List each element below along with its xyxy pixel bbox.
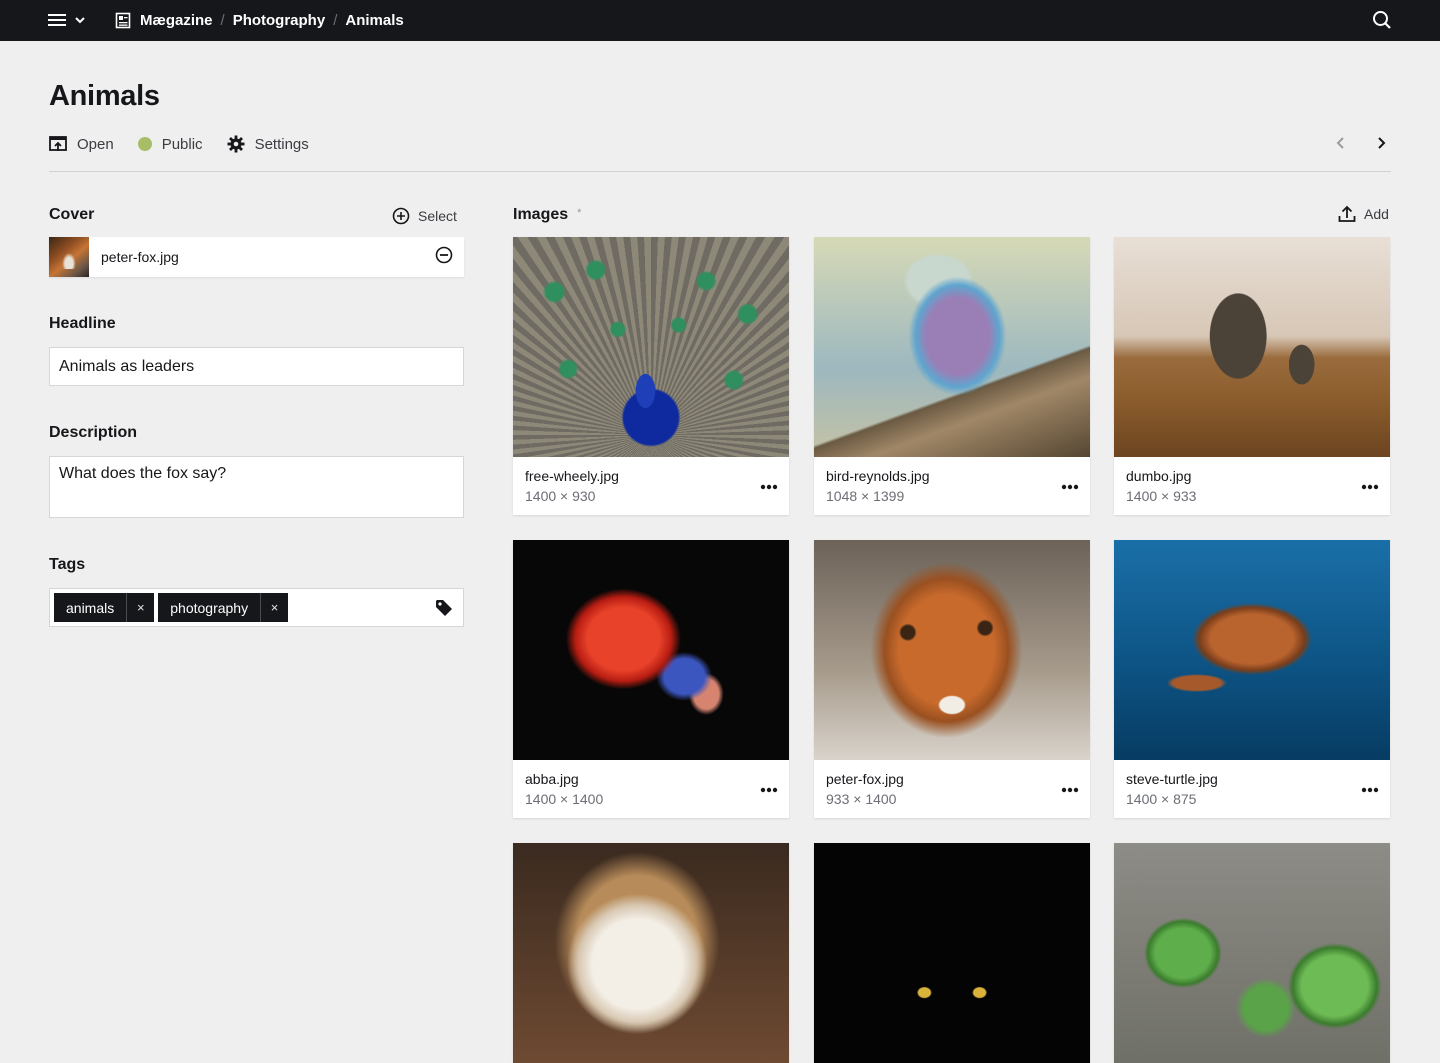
gear-icon xyxy=(227,135,245,153)
open-button[interactable]: Open xyxy=(49,135,114,153)
image-dimensions: 1400 × 1400 xyxy=(525,791,604,807)
page-options: Open Public Settings xyxy=(49,133,333,155)
tag-remove-button[interactable]: × xyxy=(261,593,288,622)
image-filename: peter-fox.jpg xyxy=(826,771,904,787)
image-card[interactable]: dumbo.jpg 1400 × 933 xyxy=(1114,237,1390,515)
remove-circle-icon xyxy=(435,246,453,269)
tag-animals[interactable]: animals × xyxy=(54,593,155,622)
status-label: Public xyxy=(161,135,203,153)
add-circle-icon xyxy=(392,207,410,225)
image-filename: bird-reynolds.jpg xyxy=(826,468,930,484)
tag-remove-button[interactable]: × xyxy=(127,593,154,622)
tag-icon xyxy=(435,599,453,617)
tag-photography[interactable]: photography × xyxy=(158,593,289,622)
breadcrumb: Mægazine / Photography / Animals xyxy=(115,0,404,41)
more-options-button[interactable] xyxy=(1361,787,1379,793)
hamburger-icon xyxy=(48,10,66,35)
image-card[interactable] xyxy=(1114,843,1390,1063)
page-title: Animals xyxy=(49,80,160,112)
cover-label: Cover xyxy=(49,206,95,223)
more-options-button[interactable] xyxy=(1061,484,1079,490)
breadcrumb-photography[interactable]: Photography xyxy=(233,12,326,29)
image-thumbnail xyxy=(1114,843,1390,1063)
image-dimensions: 1400 × 875 xyxy=(1126,791,1197,807)
image-dimensions: 933 × 1400 xyxy=(826,791,897,807)
upload-icon xyxy=(1338,205,1356,223)
image-filename: free-wheely.jpg xyxy=(525,468,619,484)
more-options-button[interactable] xyxy=(1061,787,1079,793)
cover-select-button[interactable]: Select xyxy=(392,207,457,225)
image-thumbnail xyxy=(814,237,1090,457)
more-icon xyxy=(1361,484,1379,490)
headline-label: Headline xyxy=(49,315,116,332)
image-filename: dumbo.jpg xyxy=(1126,468,1192,484)
image-card[interactable]: steve-turtle.jpg 1400 × 875 xyxy=(1114,540,1390,818)
header-divider xyxy=(49,171,1391,172)
image-card[interactable]: peter-fox.jpg 933 × 1400 xyxy=(814,540,1090,818)
tag-label: animals xyxy=(54,593,128,622)
cover-thumbnail xyxy=(49,237,89,277)
tag-label: photography xyxy=(158,593,262,622)
image-filename: steve-turtle.jpg xyxy=(1126,771,1218,787)
breadcrumb-separator: / xyxy=(220,12,225,29)
topbar: Mægazine / Photography / Animals xyxy=(0,0,1440,41)
cover-select-label: Select xyxy=(418,208,457,224)
search-icon xyxy=(1372,11,1392,34)
more-icon xyxy=(1061,484,1079,490)
status-toggle[interactable]: Public xyxy=(137,135,203,153)
chevron-left-icon xyxy=(1334,134,1348,157)
headline-input[interactable] xyxy=(49,347,464,386)
more-icon xyxy=(760,484,778,490)
more-icon xyxy=(1061,787,1079,793)
prev-page-button[interactable] xyxy=(1334,134,1348,157)
breadcrumb-animals[interactable]: Animals xyxy=(345,12,403,29)
description-input[interactable]: What does the fox say? xyxy=(49,456,464,518)
tags-input[interactable]: animals × photography × xyxy=(49,588,464,627)
more-options-button[interactable] xyxy=(760,787,778,793)
images-label: Images * xyxy=(513,206,581,224)
cover-filename: peter-fox.jpg xyxy=(101,249,179,265)
required-mark: * xyxy=(577,207,582,219)
image-thumbnail xyxy=(513,540,789,760)
cover-item[interactable]: peter-fox.jpg xyxy=(49,237,464,277)
tags-label: Tags xyxy=(49,556,86,573)
image-card[interactable] xyxy=(814,843,1090,1063)
image-dimensions: 1400 × 930 xyxy=(525,488,596,504)
open-preview-icon xyxy=(49,135,67,153)
menu-toggle[interactable] xyxy=(48,10,86,35)
image-filename: abba.jpg xyxy=(525,771,579,787)
image-thumbnail xyxy=(1114,540,1390,760)
image-card[interactable]: abba.jpg 1400 × 1400 xyxy=(513,540,789,818)
image-dimensions: 1048 × 1399 xyxy=(826,488,905,504)
site-icon xyxy=(115,12,131,29)
chevron-right-icon xyxy=(1374,134,1388,157)
settings-button[interactable]: Settings xyxy=(227,135,309,153)
more-icon xyxy=(760,787,778,793)
remove-cover-button[interactable] xyxy=(435,246,453,269)
add-images-button[interactable]: Add xyxy=(1338,205,1389,223)
more-options-button[interactable] xyxy=(760,484,778,490)
image-thumbnail xyxy=(1114,237,1390,457)
settings-label: Settings xyxy=(254,135,309,153)
image-card[interactable] xyxy=(513,843,789,1063)
search-button[interactable] xyxy=(1372,10,1392,35)
description-label: Description xyxy=(49,424,138,441)
images-title: Images xyxy=(513,206,569,223)
more-icon xyxy=(1361,787,1379,793)
image-thumbnail xyxy=(814,843,1090,1063)
next-page-button[interactable] xyxy=(1374,134,1388,157)
image-thumbnail xyxy=(814,540,1090,760)
image-card[interactable]: free-wheely.jpg 1400 × 930 xyxy=(513,237,789,515)
open-label: Open xyxy=(77,135,114,153)
breadcrumb-site[interactable]: Mægazine xyxy=(140,12,213,29)
more-options-button[interactable] xyxy=(1361,484,1379,490)
image-thumbnail xyxy=(513,843,789,1063)
add-label: Add xyxy=(1364,206,1389,222)
image-card[interactable]: bird-reynolds.jpg 1048 × 1399 xyxy=(814,237,1090,515)
image-dimensions: 1400 × 933 xyxy=(1126,488,1197,504)
status-dot-icon xyxy=(137,137,152,151)
image-thumbnail xyxy=(513,237,789,457)
breadcrumb-separator: / xyxy=(333,12,338,29)
chevron-down-icon xyxy=(74,10,86,35)
